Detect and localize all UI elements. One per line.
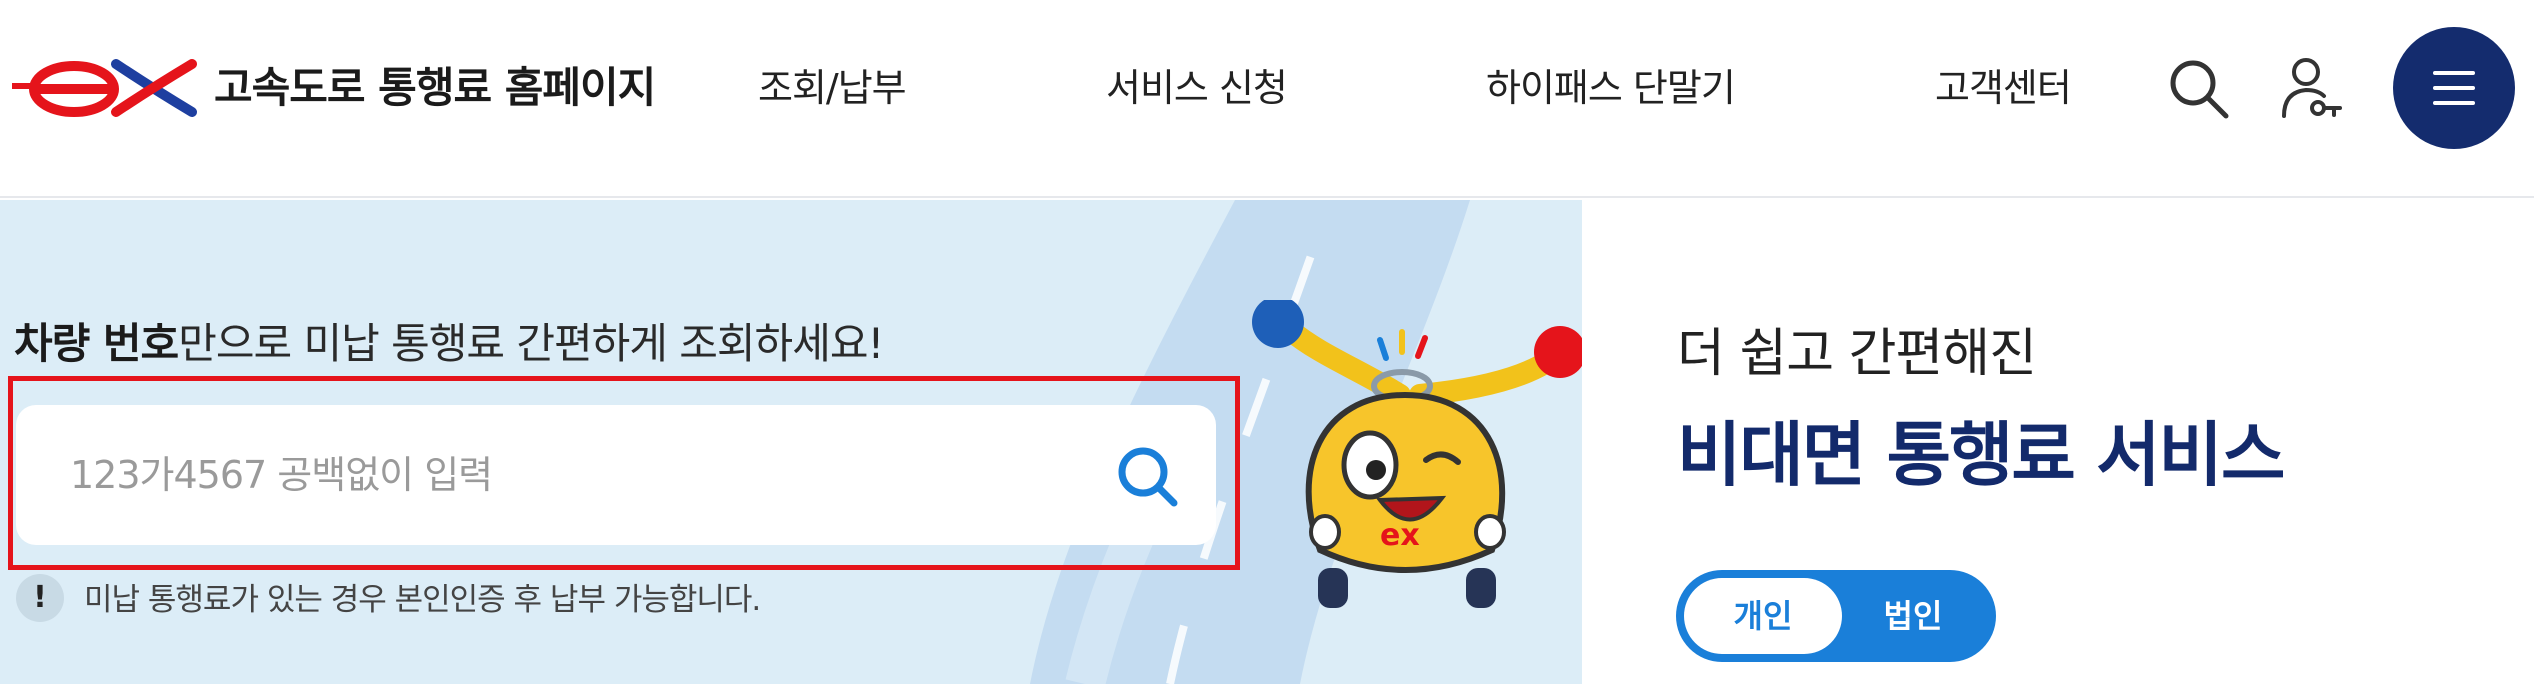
user-type-toggle: 개인 법인	[1676, 570, 1996, 662]
nav-customer-center[interactable]: 고객센터	[1935, 56, 2072, 120]
banner-tagline: 차량 번호만으로 미납 통행료 간편하게 조회하세요!	[14, 314, 884, 374]
nav-inquiry-payment[interactable]: 조회/납부	[758, 56, 907, 120]
payment-notice: 미납 통행료가 있는 경우 본인인증 후 납부 가능합니다.	[84, 582, 761, 618]
mascot-illustration: ex	[1252, 300, 1582, 608]
toggle-corporate[interactable]: 법인	[1834, 578, 1992, 654]
hamburger-icon-bar	[2433, 101, 2475, 105]
panel-subtitle: 더 쉽고 간편해진	[1677, 324, 2037, 384]
nav-hipass-terminal[interactable]: 하이패스 단말기	[1486, 56, 1736, 120]
hamburger-icon-bar	[2433, 86, 2475, 90]
search-icon[interactable]	[1112, 441, 1182, 511]
menu-button[interactable]	[2393, 27, 2515, 149]
ex-logo[interactable]	[12, 56, 198, 120]
vehicle-search-box	[16, 405, 1216, 545]
search-icon[interactable]	[2164, 54, 2234, 124]
tagline-text: 만으로 미납 통행료 간편하게 조회하세요!	[178, 319, 884, 368]
panel-title: 비대면 통행료 서비스	[1677, 414, 2285, 496]
site-header: 고속도로 통행료 홈페이지 조회/납부 서비스 신청 하이패스 단말기 고객센터	[0, 0, 2534, 198]
vehicle-number-input[interactable]	[70, 435, 1070, 515]
unpaid-toll-banner: 차량 번호만으로 미납 통행료 간편하게 조회하세요! ! 미납 통행료가 있는…	[0, 200, 1582, 684]
hamburger-icon	[2433, 71, 2475, 75]
site-title[interactable]: 고속도로 통행료 홈페이지	[214, 56, 656, 120]
contactless-service-panel: 더 쉽고 간편해진 비대면 통행료 서비스 개인 법인	[1582, 200, 2534, 684]
user-key-icon[interactable]	[2274, 54, 2344, 124]
tagline-bold: 차량 번호	[14, 319, 179, 368]
toggle-personal[interactable]: 개인	[1684, 578, 1842, 654]
exclamation-icon: !	[16, 574, 64, 622]
nav-service-application[interactable]: 서비스 신청	[1106, 56, 1288, 120]
mascot-ex-logo: ex	[1380, 518, 1420, 553]
